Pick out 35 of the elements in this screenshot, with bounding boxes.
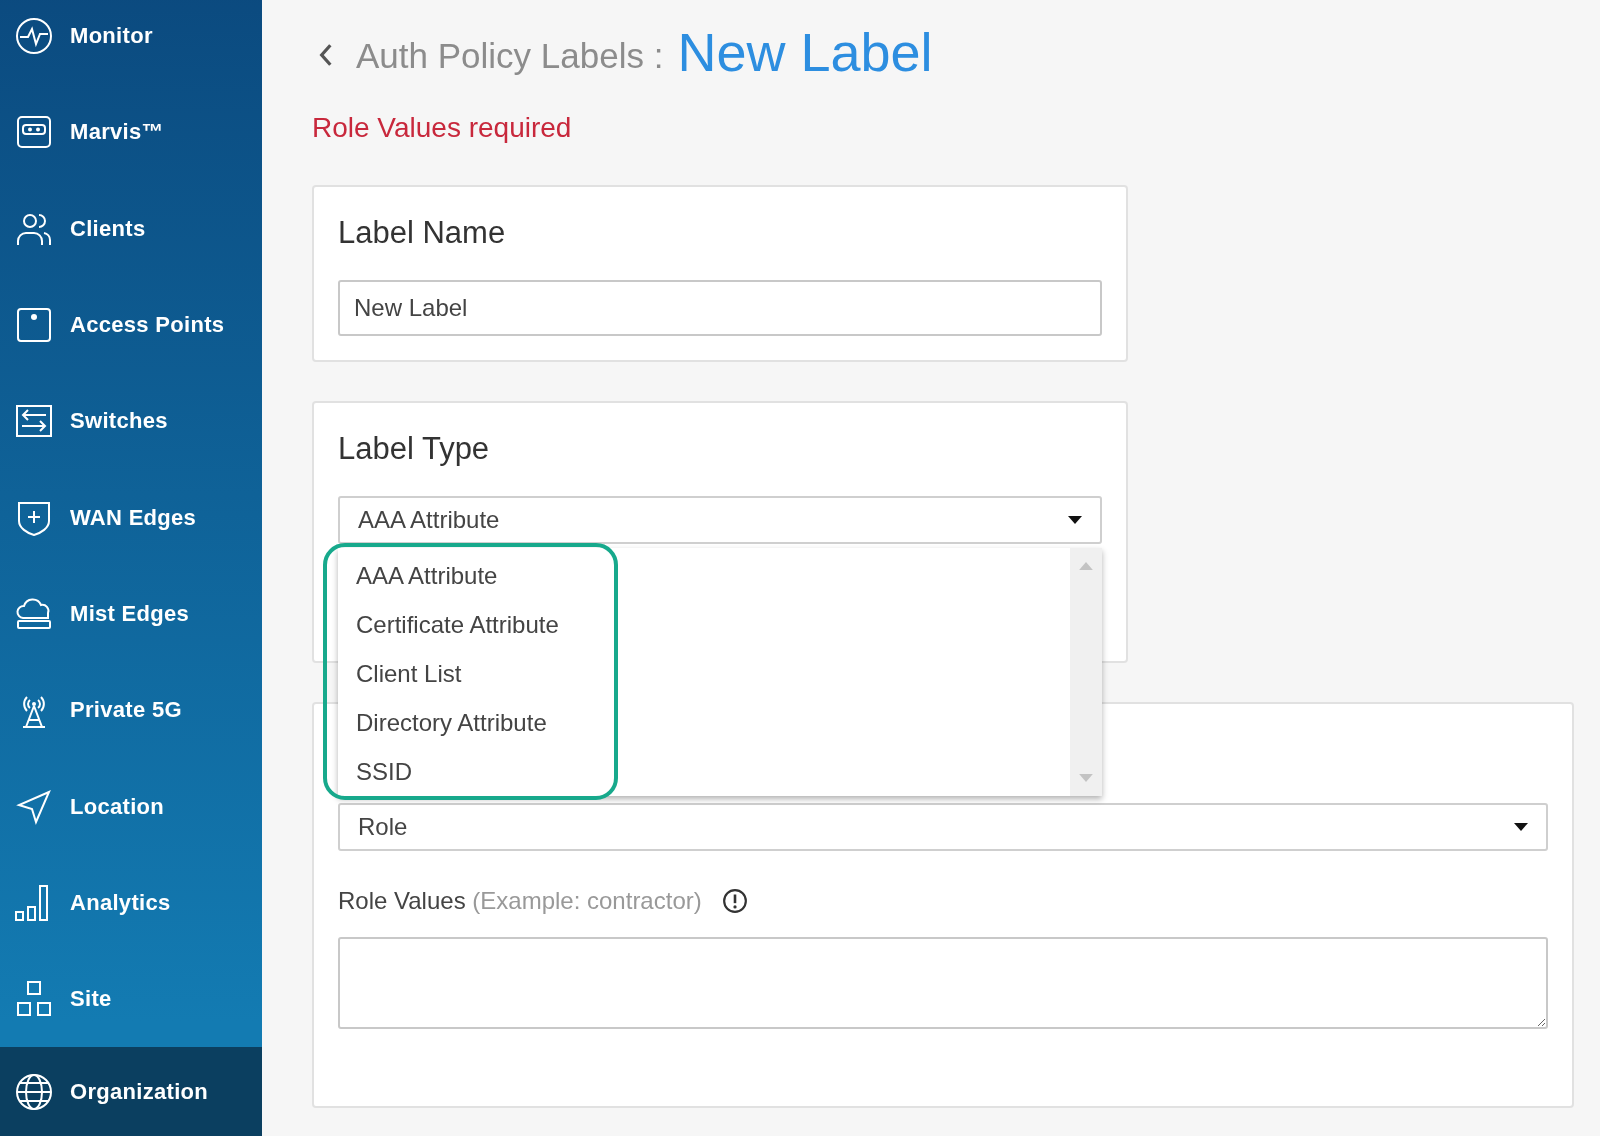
dropdown-option[interactable]: Certificate Attribute bbox=[356, 607, 596, 643]
role-values-field[interactable] bbox=[338, 937, 1548, 1029]
nav-item[interactable]: Clients bbox=[0, 180, 262, 277]
nav-item[interactable]: Monitor bbox=[0, 0, 262, 85]
nav-item[interactable]: Organization bbox=[0, 1047, 262, 1136]
scrollbar[interactable] bbox=[1070, 548, 1102, 796]
dropdown-option[interactable]: Client List bbox=[356, 656, 596, 692]
nav-item[interactable]: WAN Edges bbox=[0, 469, 262, 566]
section-heading: Label Name bbox=[338, 215, 507, 252]
caret-icon bbox=[1068, 516, 1082, 524]
error-message: Role Values required bbox=[312, 111, 572, 145]
nav-item[interactable]: Marvis™ bbox=[0, 84, 262, 181]
dropdown-option[interactable]: Directory Attribute bbox=[356, 705, 596, 741]
scroll-up-icon[interactable] bbox=[1079, 562, 1093, 570]
nav-item[interactable]: Analytics bbox=[0, 854, 262, 951]
nav-item[interactable]: Site bbox=[0, 950, 262, 1048]
attribute-dropdown[interactable]: Role bbox=[338, 803, 1548, 851]
scroll-down-icon[interactable] bbox=[1079, 774, 1093, 782]
page-title: New Label bbox=[677, 21, 933, 83]
dropdown-option[interactable]: SSID bbox=[356, 754, 596, 790]
nav-item[interactable]: Switches bbox=[0, 373, 262, 470]
label-name-field[interactable]: New Label bbox=[338, 280, 1102, 336]
field-label: Role Values (Example: contractor) bbox=[338, 887, 702, 915]
nav-item[interactable]: Private 5G bbox=[0, 662, 262, 759]
nav-item[interactable]: Location bbox=[0, 758, 262, 855]
nav-item[interactable]: Mist Edges bbox=[0, 565, 262, 663]
dropdown-option[interactable]: AAA Attribute bbox=[356, 558, 596, 594]
pulse-icon bbox=[14, 16, 54, 57]
globe-icon bbox=[14, 1071, 54, 1112]
caret-icon bbox=[1514, 823, 1528, 831]
section-heading: Label Type bbox=[338, 431, 491, 468]
info-icon[interactable] bbox=[721, 888, 748, 914]
back-chevron-icon[interactable] bbox=[318, 42, 334, 68]
nav-item[interactable]: Access Points bbox=[0, 276, 262, 374]
label-type-dropdown[interactable]: AAA Attribute bbox=[338, 496, 1102, 544]
